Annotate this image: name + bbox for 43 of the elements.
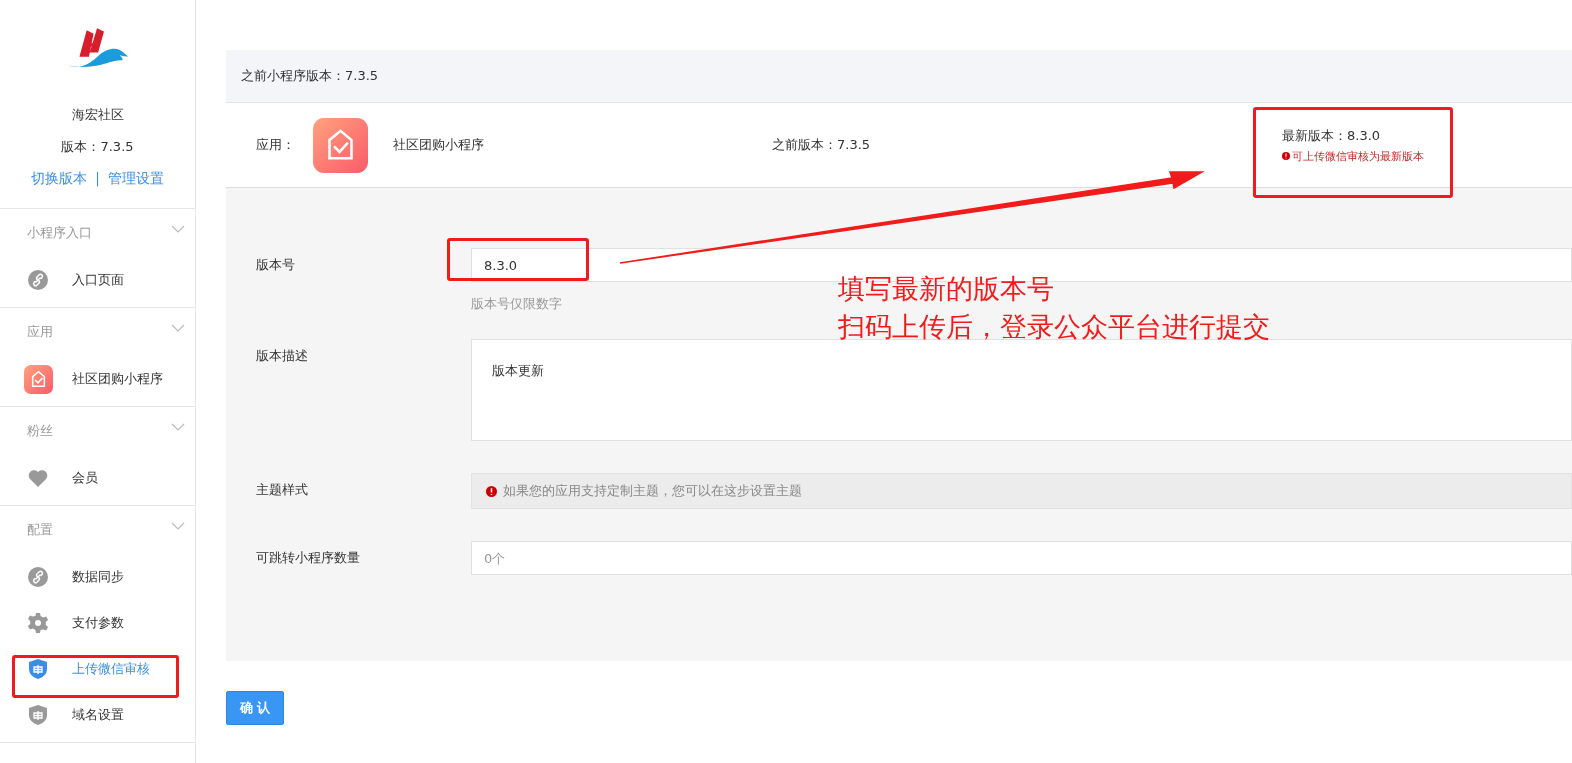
gear-icon xyxy=(28,613,48,633)
group-title: 应用 xyxy=(27,323,53,341)
chevron-down-icon[interactable] xyxy=(171,423,185,431)
field-hint: 版本号仅限数字 xyxy=(471,295,563,313)
app-logo-icon xyxy=(313,117,368,173)
brand-name: 海宏社区 xyxy=(71,106,124,124)
shield-icon xyxy=(28,659,48,679)
latest-version: 最新版本：8.3.0 xyxy=(1282,126,1382,145)
sidebar-item[interactable]: 入口页面 xyxy=(12,257,178,303)
version-text: 版本：7.3.5 xyxy=(61,138,134,156)
chevron-down-icon[interactable] xyxy=(171,522,185,530)
sidebar-item[interactable]: 域名设置 xyxy=(12,692,178,738)
manage-settings-link[interactable]: 管理设置 xyxy=(107,170,164,188)
sidebar-item[interactable]: 支付参数 xyxy=(12,600,178,646)
input-field[interactable]: 0个 xyxy=(471,541,1572,575)
heart-icon xyxy=(28,468,48,488)
sidebar-item[interactable]: 社区团购小程序 xyxy=(12,356,178,402)
app-name: 社区团购小程序 xyxy=(393,136,485,154)
app-icon xyxy=(24,364,53,394)
group-title: 配置 xyxy=(27,521,53,539)
alert-icon xyxy=(1282,152,1290,160)
field-label: 版本描述 xyxy=(255,347,309,365)
link-icon xyxy=(28,270,48,290)
shield-icon xyxy=(28,705,48,725)
field-label: 版本号 xyxy=(255,256,296,274)
sidebar-item[interactable]: 会员 xyxy=(12,455,178,501)
app-label: 应用： xyxy=(256,136,295,154)
notice-text: 如果您的应用支持定制主题，您可以在这步设置主题 xyxy=(503,482,802,500)
field-label: 可跳转小程序数量 xyxy=(255,549,361,567)
previous-version: 之前版本：7.3.5 xyxy=(772,136,872,154)
sidebar-item[interactable]: 上传微信审核 xyxy=(12,646,178,692)
group-title: 小程序入口 xyxy=(27,224,92,242)
group-title: 粉丝 xyxy=(27,422,53,440)
switch-version-link[interactable]: 切换版本 xyxy=(31,170,88,188)
alert-icon xyxy=(486,485,497,497)
sidebar-item[interactable]: 数据同步 xyxy=(12,554,178,600)
chevron-down-icon[interactable] xyxy=(171,225,185,233)
chevron-down-icon[interactable] xyxy=(171,324,185,332)
link-icon xyxy=(28,567,48,587)
link-separator: | xyxy=(95,170,100,188)
header-bar: 之前小程序版本：7.3.5 xyxy=(226,50,1572,103)
field-label: 主题样式 xyxy=(255,481,309,499)
latest-note: 可上传微信审核为最新版本 xyxy=(1292,148,1424,164)
